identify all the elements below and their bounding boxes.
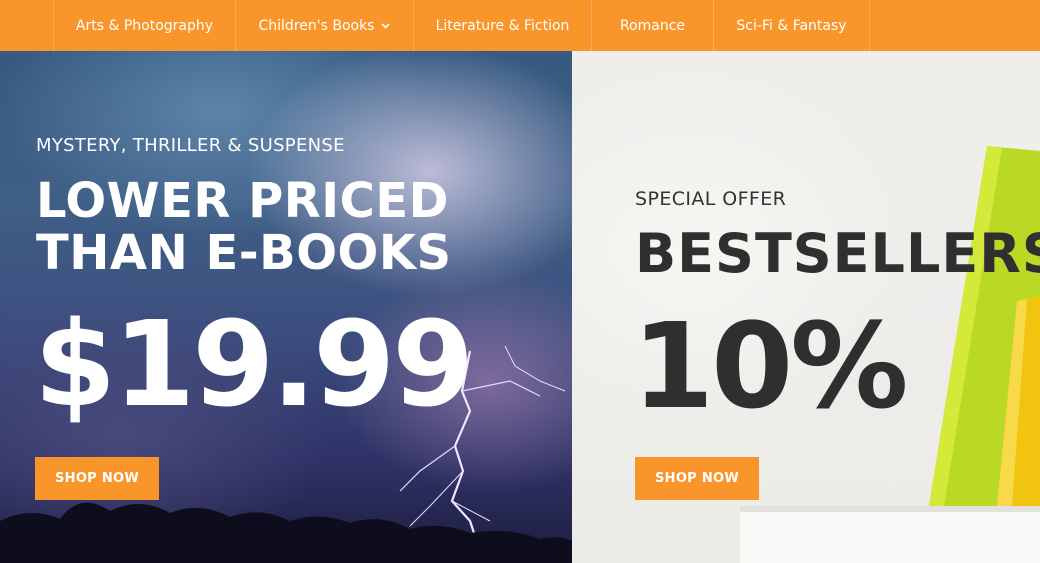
- headline-line-2: THAN E-BOOKS: [36, 225, 452, 281]
- nav-item-childrens-books[interactable]: Children's Books: [235, 0, 413, 51]
- shop-now-button[interactable]: SHOP NOW: [635, 457, 759, 500]
- category-navbar: Arts & Photography Children's Books Lite…: [0, 0, 1040, 51]
- nav-item-label: Arts & Photography: [75, 17, 214, 34]
- promo-banner-bestsellers[interactable]: SPECIAL OFFER BESTSELLERS 10% SHOP NOW: [572, 51, 1040, 563]
- headline-line-1: LOWER PRICED: [36, 173, 449, 229]
- nav-item-label: Sci-Fi & Fantasy: [736, 17, 847, 34]
- nav-item-label: Children's Books: [258, 17, 375, 34]
- promo-banner-mystery[interactable]: MYSTERY, THRILLER & SUSPENSE LOWER PRICE…: [0, 51, 572, 563]
- banner-subtitle: SPECIAL OFFER: [635, 188, 787, 210]
- banner-headline: BESTSELLERS: [635, 222, 1040, 285]
- nav-item-romance[interactable]: Romance: [591, 0, 713, 51]
- nav-item-literature-fiction[interactable]: Literature & Fiction: [413, 0, 591, 51]
- nav-item-scifi-fantasy[interactable]: Sci-Fi & Fantasy: [713, 0, 870, 51]
- banner-discount: 10%: [632, 297, 908, 435]
- banner-price: $19.99: [34, 295, 474, 433]
- banner-subtitle: MYSTERY, THRILLER & SUSPENSE: [36, 135, 345, 156]
- banner-headline: LOWER PRICED THAN E-BOOKS: [36, 175, 536, 279]
- nav-item-label: Romance: [619, 17, 686, 34]
- chevron-down-icon: [381, 22, 391, 29]
- shop-now-button[interactable]: SHOP NOW: [35, 457, 159, 500]
- nav-item-label: Literature & Fiction: [435, 17, 570, 34]
- nav-item-arts-photography[interactable]: Arts & Photography: [53, 0, 235, 51]
